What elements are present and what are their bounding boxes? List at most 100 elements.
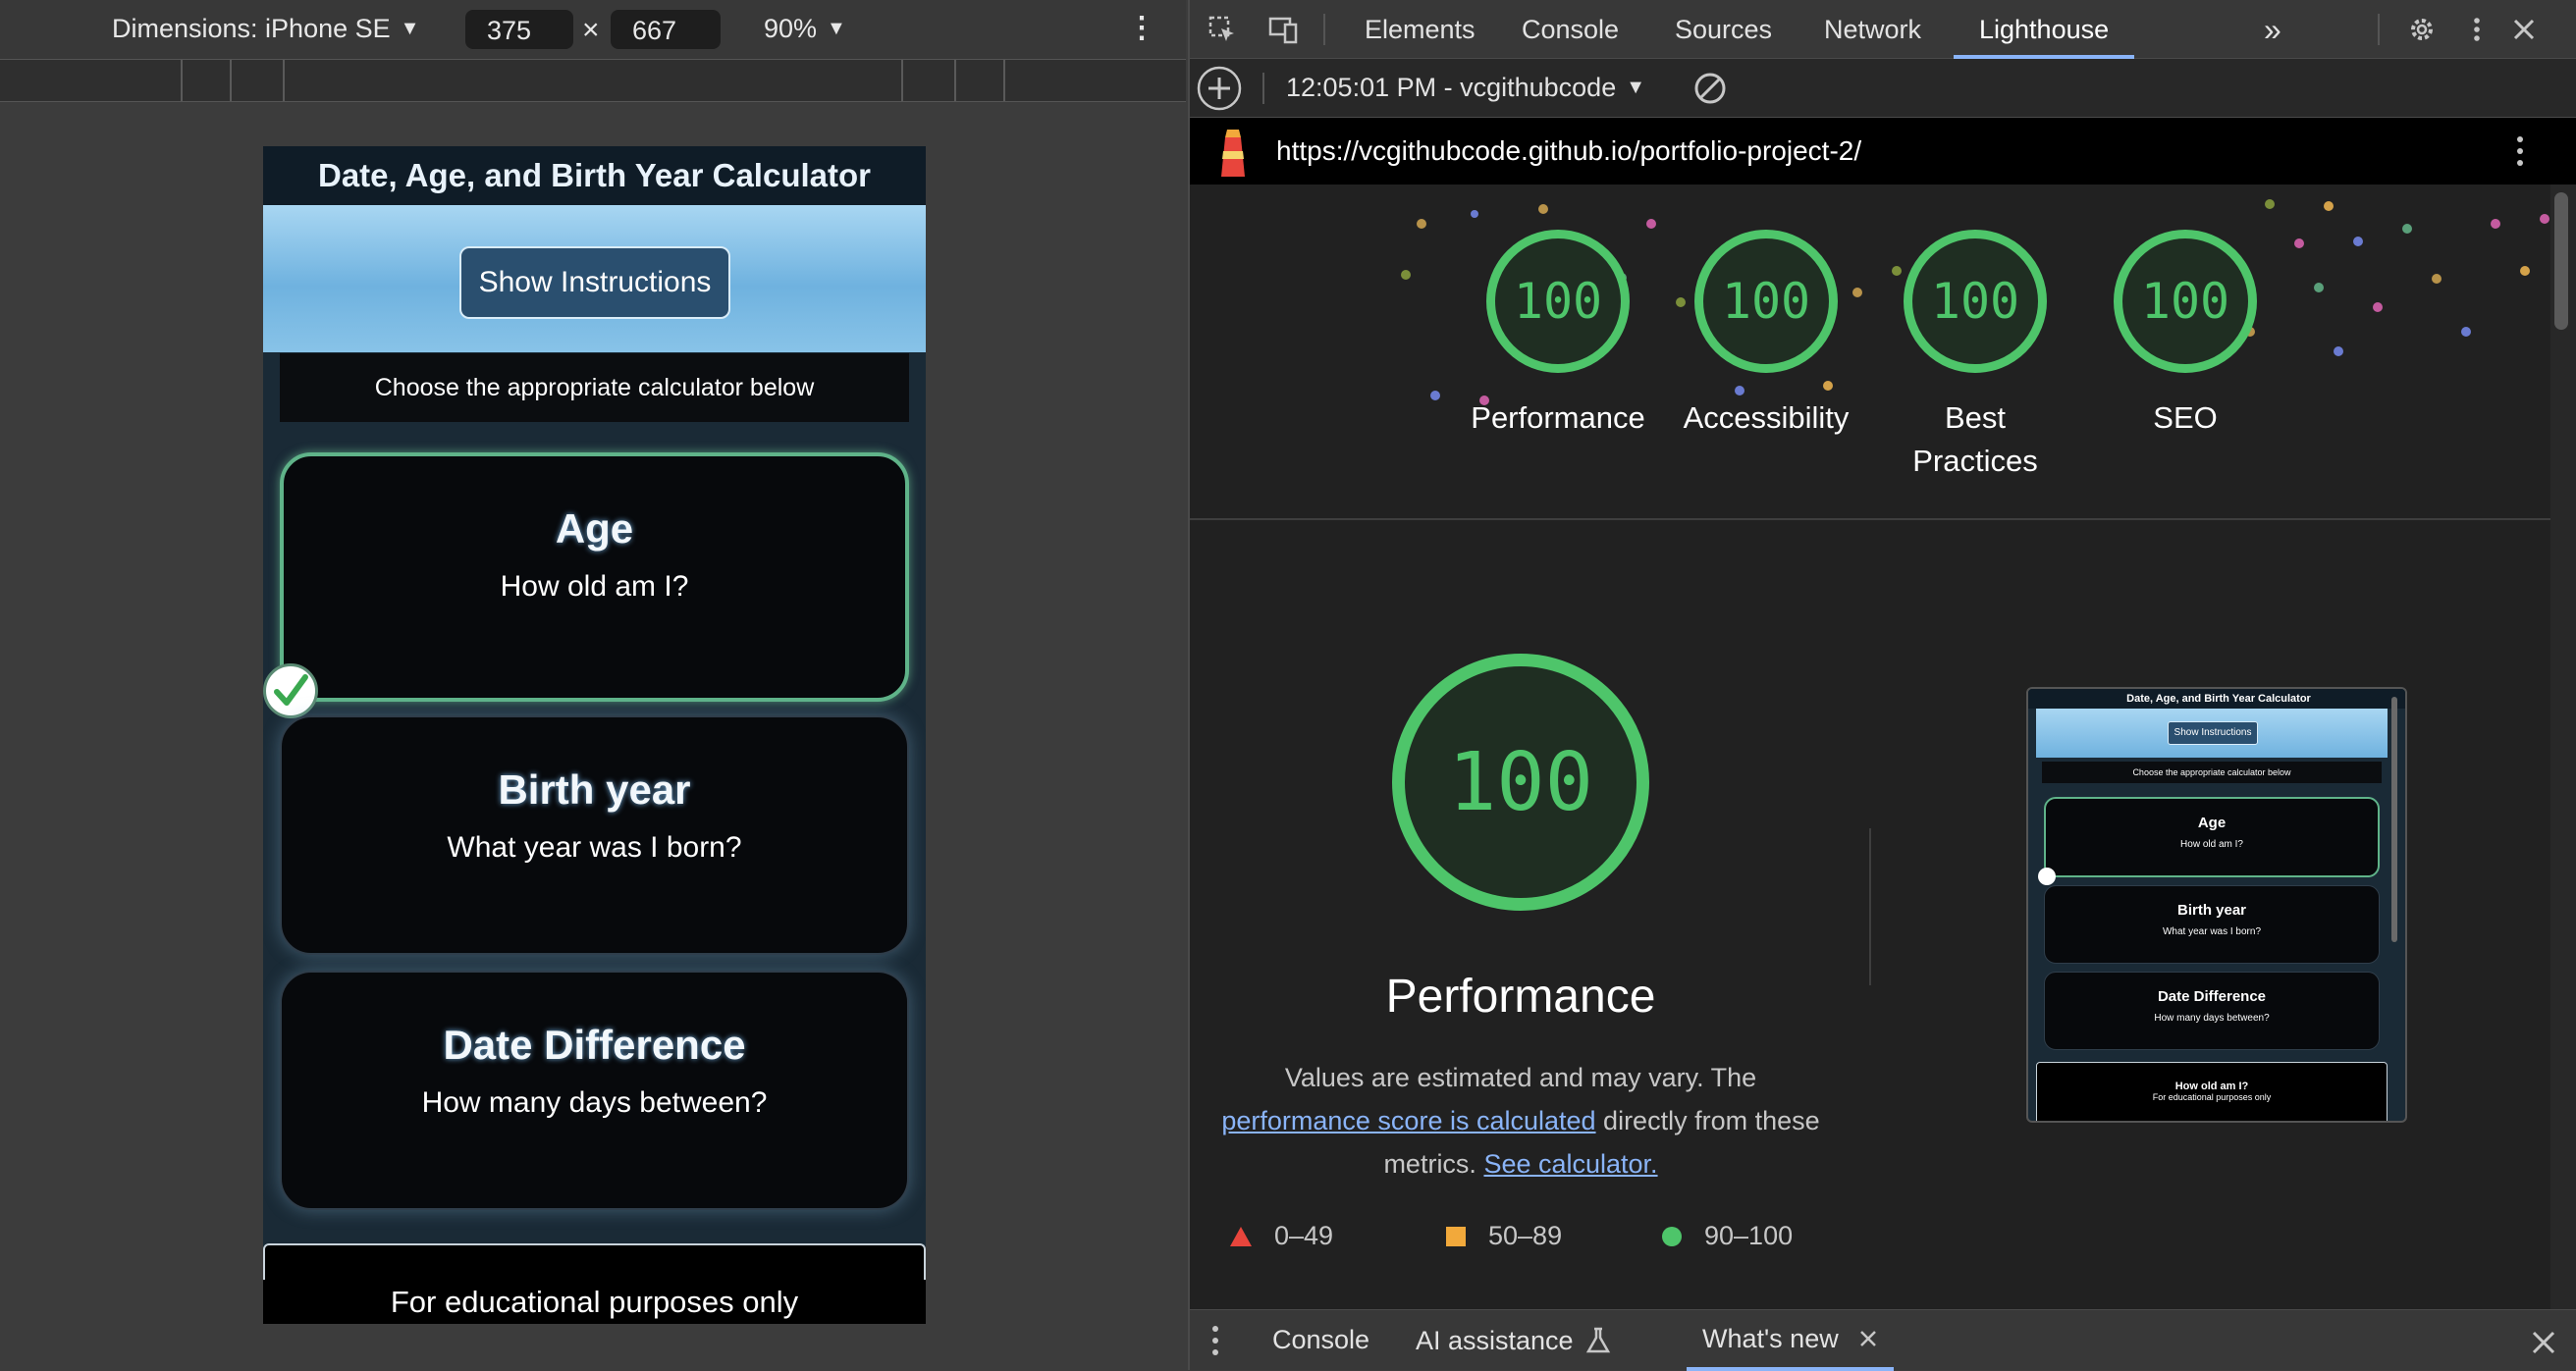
close-icon[interactable]: [2509, 15, 2539, 44]
thumb-scrollbar: [2391, 697, 2397, 942]
ruler-tick: [901, 60, 903, 101]
explain-text: Values are estimated and may vary. The: [1284, 1063, 1757, 1092]
performance-gauge[interactable]: 100 Performance: [1471, 230, 1645, 440]
seo-gauge[interactable]: 100 SEO: [2114, 230, 2257, 440]
report-scrollbar[interactable]: [2554, 192, 2568, 330]
age-card[interactable]: Age How old am I?: [280, 452, 909, 702]
tab-console[interactable]: Console: [1522, 0, 1619, 59]
device-viewport: Date, Age, and Birth Year Calculator Sho…: [263, 146, 926, 1324]
height-input[interactable]: 667: [611, 10, 721, 49]
thumb-footer-title: How old am I?: [2174, 1081, 2249, 1092]
legend-fail: 0–49: [1229, 1221, 1333, 1251]
performance-score-gauge: 100: [1392, 654, 1649, 911]
drawer-tab-ai-assistance[interactable]: AI assistance: [1416, 1310, 1611, 1371]
more-options-icon[interactable]: ⋮: [1127, 14, 1156, 43]
drawer-tab-label: What's new: [1702, 1324, 1839, 1353]
accessibility-gauge[interactable]: 100 Accessibility: [1684, 230, 1849, 440]
card-title: Date Difference: [443, 1022, 746, 1068]
report-selector-dropdown[interactable]: 12:05:01 PM - vcgithubcode ▼: [1286, 73, 1645, 103]
media-query-ruler[interactable]: [0, 59, 1186, 102]
score-calculated-link[interactable]: performance score is calculated: [1221, 1106, 1595, 1135]
caret-down-icon: ▼: [400, 18, 420, 39]
gauge-score: 100: [1904, 230, 2047, 373]
url-bar: https://vcgithubcode.github.io/portfolio…: [1190, 118, 2576, 185]
device-mode-pane: Dimensions: iPhone SE ▼ 375 × 667 90% ▼ …: [0, 0, 1186, 1370]
thumb-card: Date Difference How many days between?: [2044, 972, 2380, 1050]
close-drawer-icon[interactable]: [2531, 1330, 2556, 1355]
devtools-tabbar: Elements Console Sources Network Lightho…: [1190, 0, 2576, 59]
choose-calculator-text: Choose the appropriate calculator below: [280, 353, 909, 422]
separator: [2378, 14, 2380, 45]
thumb-check-icon: [2038, 868, 2056, 885]
device-toggle-icon[interactable]: [1268, 15, 1298, 44]
tab-elements[interactable]: Elements: [1365, 0, 1476, 59]
tab-lighthouse[interactable]: Lighthouse: [1954, 0, 2135, 59]
separator: [1323, 14, 1325, 45]
vertical-divider: [1869, 828, 1871, 985]
section-divider: [1190, 518, 2550, 520]
caret-down-icon: ▼: [827, 18, 846, 39]
width-input[interactable]: 375: [465, 10, 573, 49]
gauge-score: 100: [1486, 230, 1630, 373]
clear-icon[interactable]: [1692, 71, 1728, 106]
date-difference-card[interactable]: Date Difference How many days between?: [280, 971, 909, 1210]
app-title: Date, Age, and Birth Year Calculator: [263, 146, 926, 205]
thumb-card-title: Birth year: [2176, 902, 2247, 919]
more-options-icon[interactable]: [2462, 15, 2492, 44]
zoom-label: 90%: [764, 14, 818, 43]
final-screenshot-thumbnail[interactable]: Date, Age, and Birth Year Calculator Sho…: [2026, 687, 2407, 1123]
dimensions-label: Dimensions: iPhone SE: [112, 14, 391, 43]
ruler-tick: [181, 60, 183, 101]
inspect-element-icon[interactable]: [1208, 15, 1237, 44]
thumb-footer-sub: For educational purposes only: [2152, 1092, 2272, 1102]
close-tab-icon[interactable]: [1858, 1329, 1878, 1348]
thumb-card-title: Age: [2197, 815, 2227, 831]
gauge-label: Accessibility: [1683, 400, 1850, 435]
drawer-tab-console[interactable]: Console: [1272, 1310, 1369, 1371]
birth-year-card[interactable]: Birth year What year was I born?: [280, 715, 909, 955]
tab-sources[interactable]: Sources: [1675, 0, 1772, 59]
times-glyph: ×: [582, 14, 600, 46]
flask-icon: [1585, 1327, 1610, 1353]
gear-icon[interactable]: [2407, 15, 2437, 44]
gauge-score: 100: [1694, 230, 1838, 373]
more-options-icon[interactable]: [2505, 133, 2535, 169]
legend-range: 90–100: [1704, 1221, 1794, 1250]
best-practices-gauge[interactable]: 100 Best Practices: [1904, 230, 2047, 483]
thumb-button: Show Instructions: [2168, 721, 2258, 745]
gauge-label: Performance: [1471, 400, 1645, 435]
circle-icon: [1662, 1226, 1682, 1246]
new-report-icon[interactable]: [1196, 65, 1243, 112]
performance-explanation: Values are estimated and may vary. The p…: [1211, 1056, 1830, 1186]
separator: [1262, 73, 1264, 104]
ruler-tick: [230, 60, 232, 101]
triangle-icon: [1230, 1226, 1252, 1246]
thumb-card-sub: How old am I?: [2180, 839, 2243, 850]
drawer-menu-icon[interactable]: [1209, 1324, 1221, 1357]
thumb-card-sub: How many days between?: [2154, 1013, 2270, 1024]
thumb-band: Show Instructions: [2036, 709, 2388, 758]
square-icon: [1446, 1226, 1466, 1246]
card-subtitle: How many days between?: [421, 1086, 768, 1119]
show-instructions-button[interactable]: Show Instructions: [459, 246, 730, 319]
drawer-tab-whats-new[interactable]: What's new: [1687, 1310, 1894, 1371]
score-legend: 0–49 50–89 90–100: [1229, 1221, 1916, 1260]
legend-range: 0–49: [1274, 1221, 1334, 1250]
ruler-tick: [283, 60, 285, 101]
thumb-card-sub: What year was I born?: [2162, 926, 2262, 937]
legend-pass: 90–100: [1661, 1221, 1793, 1251]
legend-range: 50–89: [1488, 1221, 1563, 1250]
caret-down-icon: ▼: [1626, 77, 1646, 98]
card-subtitle: How old am I?: [500, 570, 689, 603]
card-title: Birth year: [498, 766, 691, 813]
report-url: https://vcgithubcode.github.io/portfolio…: [1276, 135, 1862, 166]
zoom-dropdown[interactable]: 90% ▼: [764, 14, 846, 44]
see-calculator-link[interactable]: See calculator.: [1483, 1149, 1657, 1179]
card-subtitle: What year was I born?: [447, 831, 742, 864]
more-tabs-icon[interactable]: »: [2264, 0, 2281, 59]
report-selector-label: 12:05:01 PM - vcgithubcode: [1286, 73, 1617, 102]
tab-network[interactable]: Network: [1824, 0, 1921, 59]
devtools-panel: Elements Console Sources Network Lightho…: [1188, 0, 2576, 1371]
thumb-footer: How old am I? For educational purposes o…: [2036, 1062, 2388, 1121]
dimensions-dropdown[interactable]: Dimensions: iPhone SE ▼: [112, 14, 419, 44]
